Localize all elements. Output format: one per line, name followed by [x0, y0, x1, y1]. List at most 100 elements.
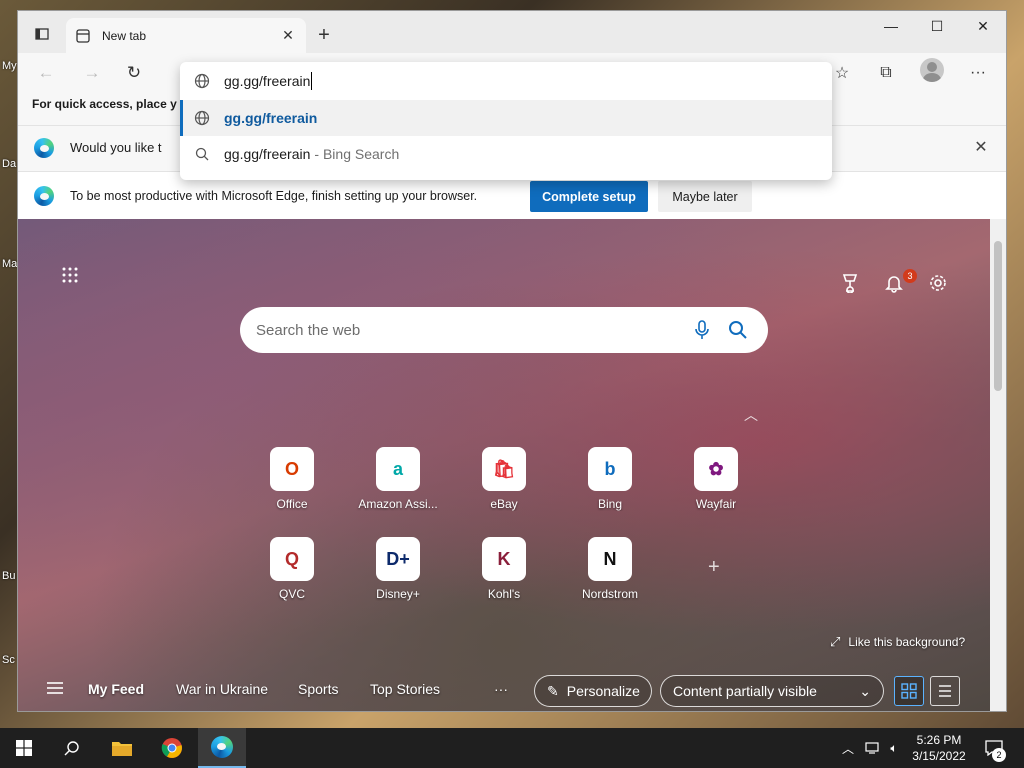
profile-avatar[interactable] [920, 58, 944, 82]
top-site-label: Office [276, 497, 308, 511]
chevron-up-icon[interactable]: ︿ [744, 405, 758, 425]
chrome-button[interactable] [148, 728, 196, 768]
close-window-button[interactable]: ✕ [960, 11, 1006, 41]
search-icon [64, 741, 79, 756]
app-launcher-icon[interactable] [60, 265, 80, 285]
taskbar-search-button[interactable] [48, 728, 96, 768]
top-site-tile[interactable]: 🛍 eBay [462, 447, 546, 521]
tab-close-icon[interactable]: ✕ [280, 27, 296, 44]
tab-new-tab[interactable]: New tab ✕ [66, 18, 306, 53]
infobar-close-icon[interactable]: ✕ [972, 138, 990, 156]
arrow-right-icon: → [83, 63, 101, 82]
new-tab-page: 3 Search the web ︿ O Office a Amazon Assi..… [18, 219, 992, 711]
address-bar[interactable]: gg.gg/freerain [180, 62, 832, 100]
pencil-icon: ✎ [547, 682, 559, 699]
edge-logo-icon [211, 736, 233, 758]
action-center-badge: 2 [992, 748, 1006, 762]
top-site-label: eBay [490, 497, 518, 511]
top-site-tile[interactable]: K Kohl's [462, 537, 546, 611]
top-site-tile[interactable]: O Office [250, 447, 334, 521]
infobar-message: Would you like t [70, 140, 162, 155]
setup-message: To be most productive with Microsoft Edg… [70, 189, 478, 203]
collections-button[interactable]: ⧉ [872, 59, 900, 87]
top-site-tile[interactable]: a Amazon Assi... [356, 447, 440, 521]
scrollbar-thumb[interactable] [994, 241, 1002, 391]
list-layout-button[interactable] [930, 676, 960, 706]
folder-icon [112, 742, 132, 756]
top-site-tile[interactable]: ✿ Wayfair [674, 447, 758, 521]
feed-tab-war-in-ukraine[interactable]: War in Ukraine [176, 681, 268, 697]
address-bar-value: gg.gg/freerain [224, 73, 311, 89]
suggestion-bing-search[interactable]: gg.gg/freerain - Bing Search [180, 136, 832, 172]
desktop-icon-label[interactable]: Da [2, 158, 16, 170]
refresh-button[interactable]: ↻ [120, 59, 148, 87]
favorites-button[interactable]: ☆ [828, 59, 856, 87]
site-favicon-icon: K [482, 537, 526, 581]
page-scrollbar[interactable] [990, 219, 1006, 711]
collections-icon: ⧉ [880, 64, 892, 81]
microphone-icon[interactable] [686, 314, 718, 346]
forward-button[interactable]: → [78, 59, 106, 87]
feed-tab-my-feed[interactable]: My Feed [88, 681, 144, 697]
top-site-tile[interactable]: Q QVC [250, 537, 334, 611]
minimize-button[interactable]: — [868, 11, 914, 41]
new-tab-button[interactable]: + [312, 23, 336, 47]
content-visibility-dropdown[interactable]: Content partially visible ⌄ [660, 675, 884, 707]
site-favicon-icon: 🛍 [482, 447, 526, 491]
address-bar-dropdown: gg.gg/freerain gg.gg/freerain gg.gg/free… [180, 62, 832, 180]
desktop-icon-label[interactable]: My [2, 60, 17, 72]
top-site-tile[interactable]: D+ Disney+ [356, 537, 440, 611]
top-site-label: Nordstrom [581, 587, 638, 601]
top-site-label: Disney+ [376, 587, 420, 601]
suggestion-hint: - Bing Search [314, 146, 400, 162]
chevron-up-icon[interactable]: ︿ [840, 740, 856, 756]
site-favicon-icon: D+ [376, 537, 420, 581]
tab-title: New tab [102, 28, 147, 43]
volume-icon[interactable]: 🔈︎ [886, 740, 902, 756]
feed-more-button[interactable]: ··· [494, 681, 508, 697]
top-site-tile[interactable]: b Bing [568, 447, 652, 521]
back-button[interactable]: ← [32, 59, 60, 87]
edge-taskbar-button[interactable] [198, 728, 246, 768]
tab-actions-icon [35, 28, 49, 40]
rewards-icon[interactable] [838, 271, 862, 295]
clock-date: 3/15/2022 [912, 749, 966, 763]
desktop-icon-label[interactable]: Sc [2, 654, 15, 666]
chevron-down-icon: ⌄ [859, 682, 871, 699]
search-input[interactable]: Search the web [256, 322, 686, 339]
window-controls: — ☐ ✕ [868, 11, 1006, 41]
maximize-button[interactable]: ☐ [914, 11, 960, 41]
settings-more-button[interactable]: ··· [964, 59, 992, 87]
page-settings-gear-icon[interactable] [926, 271, 950, 295]
start-button[interactable] [0, 728, 48, 768]
suggestion-url[interactable]: gg.gg/freerain [180, 100, 832, 136]
desktop-icon-label[interactable]: Bu [2, 570, 15, 582]
file-explorer-button[interactable] [98, 728, 146, 768]
search-icon[interactable] [718, 314, 758, 346]
refresh-icon: ↻ [126, 63, 142, 82]
feed-tab-top-stories[interactable]: Top Stories [370, 681, 440, 697]
web-search-box[interactable]: Search the web [240, 307, 768, 353]
complete-setup-button[interactable]: Complete setup [530, 181, 648, 212]
desktop-icon-label[interactable]: Ma [2, 258, 17, 270]
top-site-label: Bing [597, 497, 623, 511]
grid-layout-button[interactable] [894, 676, 924, 706]
maybe-later-button[interactable]: Maybe later [658, 181, 752, 212]
top-site-tile[interactable]: N Nordstrom [568, 537, 652, 611]
tab-actions-button[interactable] [30, 23, 54, 45]
notifications-badge: 3 [903, 269, 917, 283]
add-site-icon[interactable]: + [708, 556, 720, 579]
like-background-label: Like this background? [848, 635, 966, 649]
edge-logo-icon [34, 186, 54, 206]
network-icon[interactable] [864, 740, 880, 756]
like-background-link[interactable]: ⤢ Like this background? [830, 634, 965, 650]
hamburger-menu-icon[interactable] [46, 681, 64, 697]
globe-icon [194, 110, 210, 126]
suggestion-url-text: gg.gg/freerain [224, 110, 318, 126]
text-caret [311, 72, 313, 90]
site-favicon-icon: O [270, 447, 314, 491]
personalize-button[interactable]: ✎ Personalize [534, 675, 652, 707]
feed-tab-sports[interactable]: Sports [298, 681, 338, 697]
suggestion-query-text: gg.gg/freerain [224, 146, 311, 162]
system-clock[interactable]: 5:26 PM 3/15/2022 [910, 732, 968, 764]
